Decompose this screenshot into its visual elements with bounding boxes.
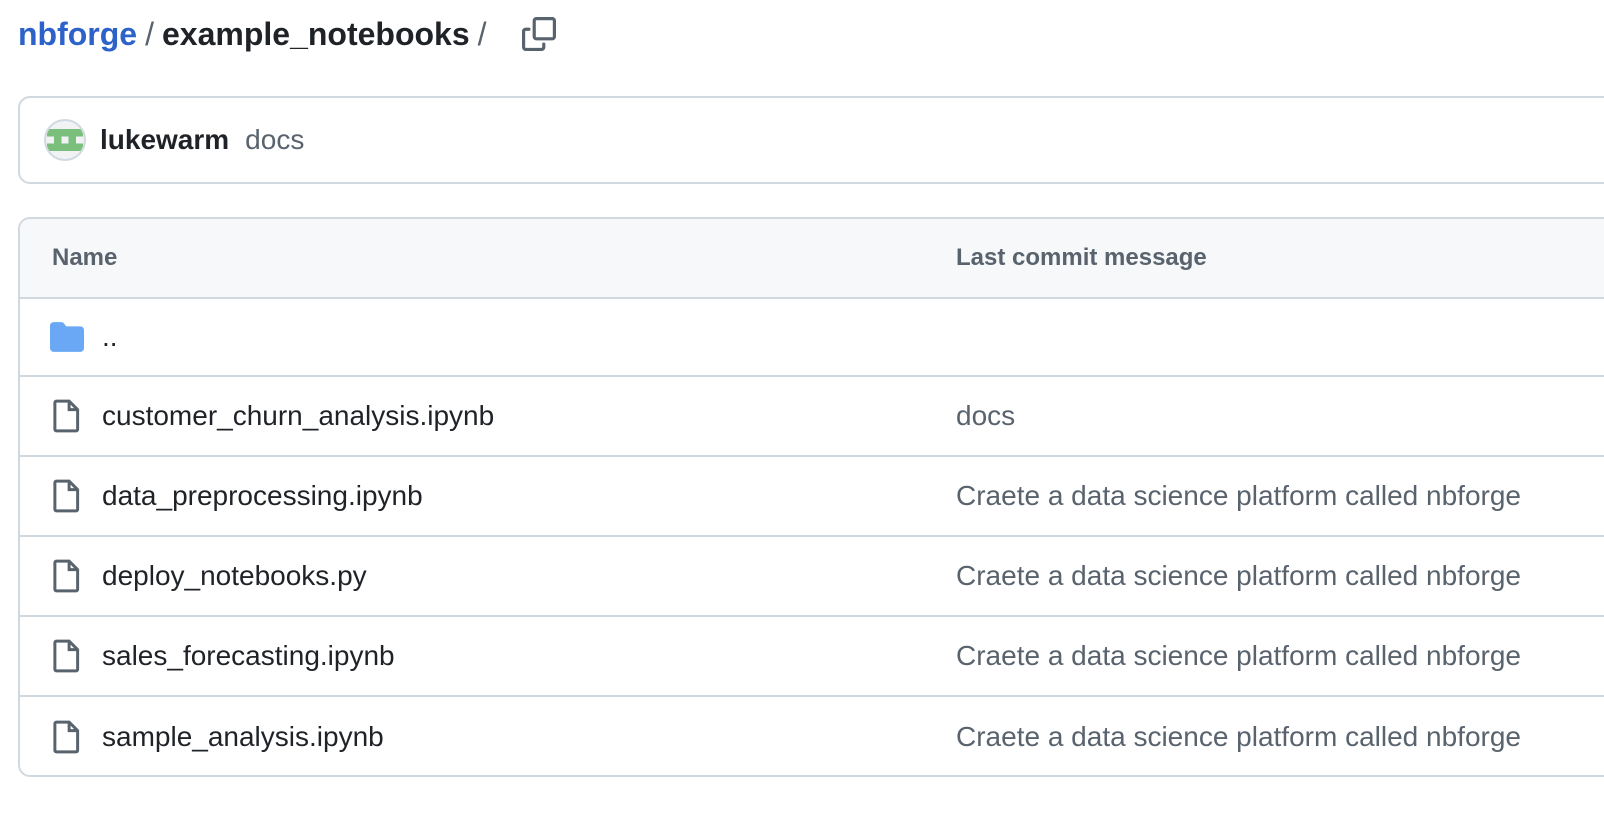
table-row[interactable]: deploy_notebooks.py Craete a data scienc… <box>20 537 1604 617</box>
file-table-header: Name Last commit message <box>20 219 1604 299</box>
parent-directory-link[interactable]: .. <box>102 321 118 353</box>
commit-author-link[interactable]: lukewarm <box>100 124 229 156</box>
commit-message-link[interactable]: docs <box>956 400 1015 432</box>
latest-commit-bar: lukewarm docs <box>18 96 1604 184</box>
table-row[interactable]: sample_analysis.ipynb Craete a data scie… <box>20 697 1604 775</box>
copy-icon <box>521 17 556 51</box>
parent-directory-row[interactable]: .. <box>20 299 1604 377</box>
commit-message-link[interactable]: Craete a data science platform called nb… <box>956 480 1521 512</box>
file-icon <box>50 559 84 593</box>
file-icon <box>50 399 84 433</box>
commit-message-link[interactable]: Craete a data science platform called nb… <box>956 560 1521 592</box>
file-table: Name Last commit message .. customer_chu… <box>18 217 1604 777</box>
file-name-link[interactable]: customer_churn_analysis.ipynb <box>102 400 494 432</box>
breadcrumb: nbforge / example_notebooks / <box>18 12 561 56</box>
column-header-name: Name <box>52 244 118 271</box>
breadcrumb-trailing-separator: / <box>477 15 487 52</box>
file-name-link[interactable]: sales_forecasting.ipynb <box>102 640 395 672</box>
file-icon <box>50 479 84 513</box>
folder-icon <box>50 320 84 354</box>
copy-path-button[interactable] <box>517 12 561 56</box>
breadcrumb-current-folder: example_notebooks <box>161 15 470 52</box>
column-header-last-commit-message: Last commit message <box>956 244 1207 271</box>
commit-message-link[interactable]: Craete a data science platform called nb… <box>956 640 1521 672</box>
file-name-link[interactable]: data_preprocessing.ipynb <box>102 480 423 512</box>
file-name-link[interactable]: deploy_notebooks.py <box>102 560 367 592</box>
breadcrumb-separator: / <box>145 15 154 52</box>
table-row[interactable]: data_preprocessing.ipynb Craete a data s… <box>20 457 1604 537</box>
table-row[interactable]: sales_forecasting.ipynb Craete a data sc… <box>20 617 1604 697</box>
avatar[interactable] <box>44 119 86 161</box>
file-name-link[interactable]: sample_analysis.ipynb <box>102 721 384 753</box>
identicon-icon <box>47 122 83 158</box>
file-icon <box>50 720 84 754</box>
table-row[interactable]: customer_churn_analysis.ipynb docs <box>20 377 1604 457</box>
commit-message-link[interactable]: docs <box>245 124 304 156</box>
commit-message-link[interactable]: Craete a data science platform called nb… <box>956 721 1521 753</box>
breadcrumb-repo-link[interactable]: nbforge <box>18 16 137 53</box>
file-icon <box>50 639 84 673</box>
